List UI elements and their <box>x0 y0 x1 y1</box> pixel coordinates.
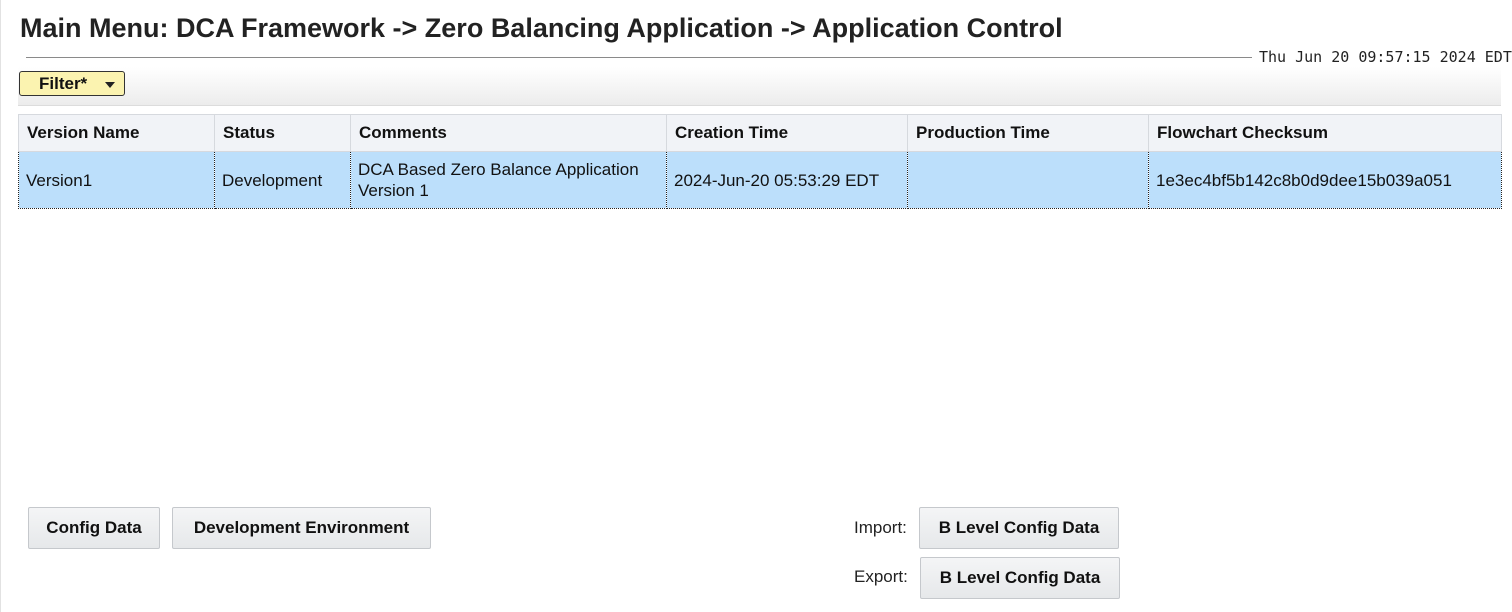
column-header-comments[interactable]: Comments <box>350 114 667 152</box>
development-environment-button[interactable]: Development Environment <box>172 507 431 549</box>
import-b-level-config-button[interactable]: B Level Config Data <box>919 507 1119 549</box>
filter-toolbar: Filter* <box>18 67 1501 106</box>
timestamp: Thu Jun 20 09:57:15 2024 EDT <box>1259 48 1512 66</box>
cell-production-time[interactable] <box>907 151 1149 209</box>
export-b-level-config-button[interactable]: B Level Config Data <box>920 557 1120 599</box>
cell-flowchart-checksum[interactable]: 1e3ec4bf5b142c8b0d9dee15b039a051 <box>1148 151 1502 209</box>
column-header-flowchart-checksum[interactable]: Flowchart Checksum <box>1148 114 1502 152</box>
column-header-version-name[interactable]: Version Name <box>18 114 215 152</box>
cell-comments[interactable]: DCA Based Zero Balance Application Versi… <box>350 151 667 209</box>
config-data-button[interactable]: Config Data <box>28 507 160 549</box>
cell-creation-time[interactable]: 2024-Jun-20 05:53:29 EDT <box>666 151 908 209</box>
window-left-edge <box>0 0 1 612</box>
column-header-production-time[interactable]: Production Time <box>907 114 1149 152</box>
caret-down-icon <box>105 82 115 88</box>
cell-version-name[interactable]: Version1 <box>18 151 215 209</box>
export-label: Export: <box>854 567 908 586</box>
page-title: Main Menu: DCA Framework -> Zero Balanci… <box>20 13 1063 43</box>
table-row[interactable]: Version1 Development DCA Based Zero Bala… <box>18 151 1502 209</box>
versions-table: Version Name Status Comments Creation Ti… <box>18 114 1502 209</box>
column-header-creation-time[interactable]: Creation Time <box>666 114 908 152</box>
column-header-status[interactable]: Status <box>214 114 351 152</box>
cell-status[interactable]: Development <box>214 151 351 209</box>
title-divider <box>26 57 1252 58</box>
import-label: Import: <box>854 518 907 537</box>
table-header-row: Version Name Status Comments Creation Ti… <box>18 114 1502 152</box>
filter-dropdown-button[interactable]: Filter* <box>19 71 125 96</box>
filter-label: Filter* <box>39 73 88 93</box>
